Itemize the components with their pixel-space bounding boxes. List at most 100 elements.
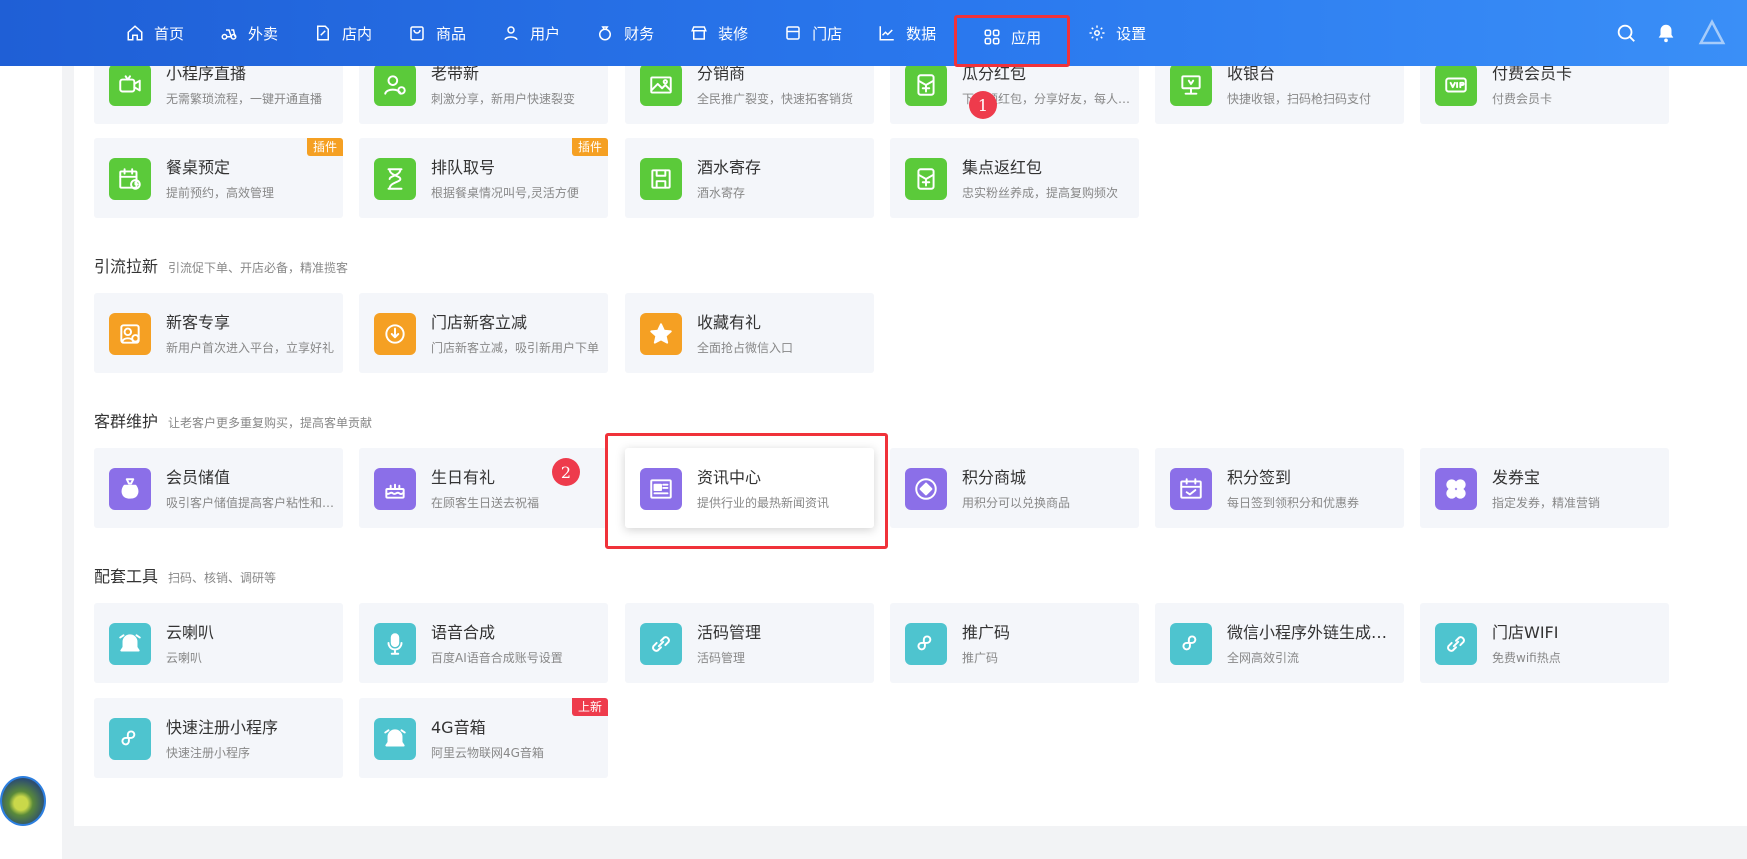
app-tile[interactable]: 快速注册小程序 快速注册小程序 — [94, 698, 343, 778]
tile-description: 阿里云物联网4G音箱 — [431, 746, 544, 760]
money-bag-icon — [599, 26, 612, 41]
points-coin-icon — [905, 468, 947, 510]
app-tile[interactable]: 云喇叭 云喇叭 — [94, 603, 343, 683]
app-tile[interactable]: 门店WIFI 免费wifi热点 — [1420, 603, 1669, 683]
nav-caiwu[interactable]: 财务 — [578, 0, 672, 66]
tile-description: 指定发券，精准营销 — [1492, 496, 1601, 510]
app-tile[interactable]: 酒水寄存 酒水寄存 — [625, 138, 874, 218]
tile-name: 活码管理 — [697, 623, 762, 642]
nav-home[interactable]: 首页 — [108, 0, 202, 66]
tile-name: 集点返红包 — [962, 158, 1043, 177]
money-bag-icon — [109, 468, 151, 510]
tile-name: 4G音箱 — [431, 718, 486, 737]
left-sidebar-strip — [0, 66, 62, 859]
tile-description: 全网高效引流 — [1227, 651, 1300, 665]
tile-description: 提前预约，高效管理 — [166, 186, 275, 200]
tile-name: 云喇叭 — [166, 623, 215, 642]
apps-grid-icon — [984, 29, 1000, 45]
app-tile[interactable]: 推广码 推广码 — [890, 603, 1139, 683]
app-tile[interactable]: 会员储值吸引客户储值提高客户粘性和复购 — [94, 448, 343, 528]
nav-right — [1597, 0, 1727, 66]
annotation-marker-2: 2 — [552, 458, 580, 486]
tile-name: 餐桌预定 — [166, 158, 231, 177]
tile-description: 快速注册小程序 — [166, 746, 251, 760]
tile-name: 门店WIFI — [1492, 623, 1559, 642]
vip-card-icon — [1435, 64, 1477, 106]
nav-shuju[interactable]: 数据 — [860, 0, 954, 66]
line-chart-icon — [879, 26, 894, 41]
bell-icon[interactable] — [1655, 22, 1677, 44]
gear-icon — [1089, 25, 1105, 41]
nav-label: 门店 — [812, 24, 843, 43]
section-subtitle: 让老客户更多重复购买，提高客单贡献 — [168, 416, 373, 430]
home-icon — [127, 25, 143, 41]
section-peitao: 配套工具 扫码、核销、调研等 — [94, 563, 276, 587]
tile-description: 全面抢占微信入口 — [697, 341, 794, 355]
tile-name: 语音合成 — [431, 623, 496, 642]
nav-label: 应用 — [1011, 28, 1042, 47]
section-yinliu: 引流拉新 引流促下单、开店必备，精准揽客 — [94, 253, 348, 277]
star-icon — [640, 313, 682, 355]
nav-label: 外卖 — [248, 24, 279, 43]
tile-name: 生日有礼 — [431, 468, 496, 487]
bell-alarm-icon — [109, 623, 151, 665]
tile-description: 快捷收银，扫码枪扫码支付 — [1227, 92, 1372, 106]
tile-name: 积分签到 — [1227, 468, 1292, 487]
tile-name: 收藏有礼 — [697, 313, 762, 332]
nav-waimai[interactable]: 外卖 — [202, 0, 296, 66]
nav-label: 首页 — [154, 24, 185, 43]
app-tile[interactable]: 积分签到每日签到领积分和优惠券 — [1155, 448, 1404, 528]
section-title: 客群维护 — [94, 412, 159, 431]
clover-icon — [1435, 468, 1477, 510]
app-tile[interactable]: 集点返红包 忠实粉丝养成，提高复购频次 — [890, 138, 1139, 218]
nav-yonghu[interactable]: 用户 — [484, 0, 578, 66]
user-icon — [504, 26, 518, 41]
nav-label: 数据 — [906, 24, 937, 43]
nav-shezhi[interactable]: 设置 — [1070, 0, 1164, 66]
red-envelope-icon — [905, 64, 947, 106]
tile-name: 门店新客立减 — [431, 313, 528, 332]
tile-description: 每日签到领积分和优惠券 — [1227, 496, 1360, 510]
tile-name: 积分商城 — [962, 468, 1027, 487]
nav-label: 财务 — [624, 24, 655, 43]
app-tile[interactable]: 新客专享 新用户首次进入平台，立享好礼 — [94, 293, 343, 373]
store-icon — [786, 26, 800, 40]
section-title: 配套工具 — [94, 567, 159, 586]
red-envelope-icon — [905, 158, 947, 200]
mini-program-icon — [1170, 623, 1212, 665]
tile-description: 百度AI语音合成账号设置 — [431, 651, 563, 665]
tile-name: 会员储值 — [166, 468, 231, 487]
app-tile[interactable]: 活码管理 活码管理 — [625, 603, 874, 683]
bell-alarm-icon — [374, 718, 416, 760]
microphone-icon — [374, 623, 416, 665]
link-icon — [1435, 623, 1477, 665]
section-subtitle: 扫码、核销、调研等 — [168, 571, 277, 585]
app-tile[interactable]: 语音合成百度AI语音合成账号设置 — [359, 603, 608, 683]
app-tile[interactable]: 发券宝 指定发券，精准营销 — [1420, 448, 1669, 528]
app-tile[interactable]: 收藏有礼全面抢占微信入口 — [625, 293, 874, 373]
app-tile[interactable]: 排队取号 根据餐桌情况叫号,灵活方便 插件 — [359, 138, 608, 218]
tile-description: 免费wifi热点 — [1492, 651, 1561, 665]
app-tile[interactable]: 微信小程序外链生成工具 全网高效引流 — [1155, 603, 1404, 683]
mini-program-icon — [109, 718, 151, 760]
nav-yingyong[interactable]: 应用 — [954, 15, 1071, 67]
app-tile[interactable]: 门店新客立减 门店新客立减，吸引新用户下单 — [359, 293, 608, 373]
section-title: 引流拉新 — [94, 257, 159, 276]
tile-description: 云喇叭 — [166, 651, 203, 665]
nav-shangpin[interactable]: 商品 — [390, 0, 484, 66]
app-tile[interactable]: 餐桌预定 提前预约，高效管理 插件 — [94, 138, 343, 218]
search-icon[interactable] — [1615, 22, 1637, 44]
nav-zhuangxiu[interactable]: 装修 — [672, 0, 766, 66]
tile-description: 吸引客户储值提高客户粘性和复购 — [166, 496, 338, 510]
cashier-icon — [1170, 64, 1212, 106]
nav-mendian[interactable]: 门店 — [766, 0, 860, 66]
tile-description: 用积分可以兑换商品 — [962, 496, 1071, 510]
discount-icon — [374, 313, 416, 355]
tile-badge: 插件 — [571, 138, 608, 156]
app-tile[interactable]: 积分商城用积分可以兑换商品 — [890, 448, 1139, 528]
account-avatar-icon[interactable] — [1697, 18, 1727, 48]
app-tile[interactable]: 4G音箱 阿里云物联网4G音箱 上新 — [359, 698, 608, 778]
user-avatar[interactable] — [0, 776, 46, 826]
nav-diannei[interactable]: 店内 — [296, 0, 390, 66]
section-kequn: 客群维护 让老客户更多重复购买，提高客单贡献 — [94, 408, 372, 432]
